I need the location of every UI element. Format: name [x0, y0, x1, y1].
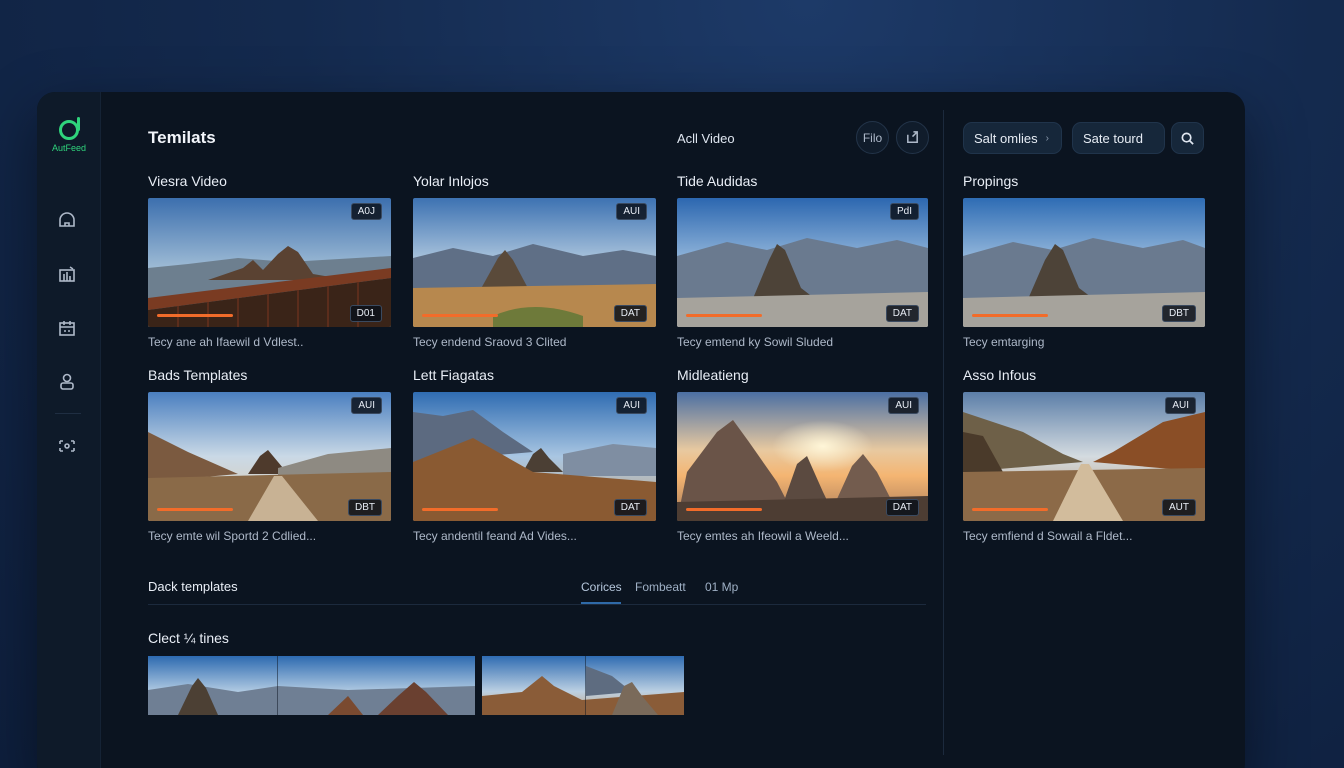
badge: DAT: [885, 305, 919, 322]
chevron-down-icon: ›: [1045, 132, 1049, 144]
search-button[interactable]: [1171, 122, 1204, 154]
progress-bar: [972, 508, 1048, 511]
badge: DAT: [613, 499, 647, 516]
add-video-link[interactable]: Acll Video: [677, 131, 735, 146]
section-title: Yolar Inlojos: [413, 173, 489, 189]
badge: AUI: [1165, 397, 1196, 414]
card-caption: Tecy andentil feand Ad Vides...: [413, 529, 577, 543]
badge: D01: [349, 305, 382, 322]
card-caption: Tecy emtes ah Ifeowil a Weeld...: [677, 529, 849, 543]
badge: AUI: [351, 397, 382, 414]
card-caption: Tecy emfiend d Sowail a Fldet...: [963, 529, 1133, 543]
badge: AUI: [616, 397, 647, 414]
tab-01mp[interactable]: 01 Mp: [705, 580, 738, 594]
tab-fombeatt[interactable]: Fombeatt: [635, 580, 686, 594]
video-card[interactable]: AUI AUT: [963, 392, 1205, 521]
sidebar: AutFeed: [37, 92, 101, 768]
badge: AUI: [616, 203, 647, 220]
logo-icon: [59, 117, 80, 140]
section-title: Viesra Video: [148, 173, 227, 189]
timeline-strip[interactable]: [148, 656, 475, 715]
progress-bar: [422, 314, 498, 317]
calendar-icon[interactable]: [57, 318, 77, 338]
sort-select-value: Salt omlies: [974, 130, 1038, 146]
badge: DBT: [1162, 305, 1196, 322]
badge: PdI: [889, 203, 919, 220]
badge: A0J: [350, 203, 382, 220]
logo-text: AutFeed: [51, 143, 87, 153]
state-button-label: Sate tourd: [1083, 130, 1143, 146]
panel-divider: [943, 110, 944, 755]
home-icon[interactable]: [57, 210, 77, 230]
video-card[interactable]: AUI DAT: [677, 392, 928, 521]
progress-bar: [686, 314, 762, 317]
section-title: Lett Fiagatas: [413, 367, 494, 383]
video-card[interactable]: AUI DAT: [413, 198, 656, 327]
progress-bar: [972, 314, 1048, 317]
video-card[interactable]: A0J D01: [148, 198, 391, 327]
tab-corices[interactable]: Corices: [581, 580, 622, 594]
clect-title: Clect ¼ tines: [148, 630, 229, 646]
card-caption: Tecy emtend ky Sowil Sluded: [677, 335, 834, 349]
badge: DBT: [348, 499, 382, 516]
app-window: AutFeed Temilats Acll Video Filo Salt om…: [37, 92, 1245, 768]
badge: AUI: [888, 397, 919, 414]
file-button[interactable]: Filo: [856, 121, 889, 154]
state-button[interactable]: Sate tourd: [1072, 122, 1165, 154]
section-title: Bads Templates: [148, 367, 248, 383]
page-title: Temilats: [148, 128, 216, 147]
sidebar-divider: [55, 413, 81, 414]
badge: DAT: [885, 499, 919, 516]
section-title: Asso Infous: [963, 367, 1037, 383]
timeline-thumbnails: [148, 656, 475, 715]
progress-bar: [422, 508, 498, 511]
video-card[interactable]: DBT: [963, 198, 1205, 327]
share-icon[interactable]: [57, 436, 77, 456]
card-caption: Tecy emtarging: [963, 335, 1045, 349]
dock-title: Dack templates: [148, 579, 238, 594]
video-card[interactable]: AUI DBT: [148, 392, 391, 521]
badge: AUT: [1162, 499, 1196, 516]
video-card[interactable]: PdI DAT: [677, 198, 928, 327]
export-button[interactable]: [896, 121, 929, 154]
sort-select[interactable]: Salt omlies ›: [963, 122, 1062, 154]
export-icon: [907, 131, 918, 143]
card-caption: Tecy endend Sraovd 3 Clited: [413, 335, 567, 349]
timeline-strip[interactable]: [482, 656, 684, 715]
main-content: Temilats Acll Video Filo Salt omlies › S…: [101, 92, 1245, 768]
video-card[interactable]: AUI DAT: [413, 392, 656, 521]
progress-bar: [686, 508, 762, 511]
analytics-icon[interactable]: [57, 264, 77, 284]
tab-divider: [148, 604, 926, 605]
timeline-thumbnails: [482, 656, 684, 715]
section-title: Propings: [963, 173, 1019, 189]
user-icon[interactable]: [57, 371, 77, 391]
section-title: Midleatieng: [677, 367, 749, 383]
progress-bar: [157, 508, 233, 511]
progress-bar: [157, 314, 233, 317]
app-logo[interactable]: AutFeed: [37, 117, 101, 153]
card-caption: Tecy emte wil Sportd 2 Cdlied...: [148, 529, 317, 543]
badge: DAT: [613, 305, 647, 322]
card-caption: Tecy ane ah Ifaewil d Vdlest..: [148, 335, 304, 349]
section-title: Tide Audidas: [677, 173, 758, 189]
search-icon: [1181, 132, 1194, 145]
